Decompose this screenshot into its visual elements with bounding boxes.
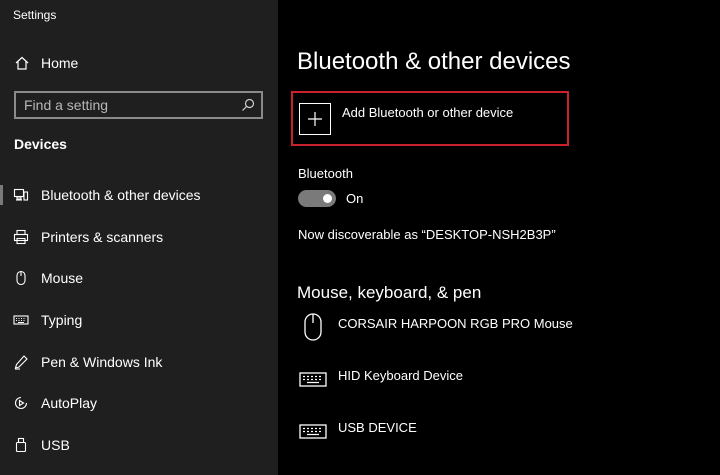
- nav-list: Bluetooth & other devices Printers & sca…: [0, 174, 278, 466]
- sidebar-item-printers[interactable]: Printers & scanners: [0, 216, 278, 258]
- main-content: Bluetooth & other devices Add Bluetooth …: [278, 0, 720, 475]
- section-title: Devices: [14, 136, 67, 152]
- sidebar-item-label: AutoPlay: [41, 395, 98, 412]
- device-item[interactable]: CORSAIR HARPOON RGB PRO Mouse: [296, 310, 706, 346]
- sidebar-item-label: USB: [41, 436, 70, 453]
- app-title: Settings: [13, 8, 57, 22]
- keyboard-icon: [298, 364, 328, 394]
- mouse-keyboard-pen-heading: Mouse, keyboard, & pen: [297, 283, 482, 302]
- mouse-icon: [12, 269, 30, 287]
- sidebar-item-typing[interactable]: Typing: [0, 299, 278, 341]
- sidebar-item-autoplay[interactable]: AutoPlay: [0, 382, 278, 424]
- nav-home[interactable]: Home: [0, 50, 278, 76]
- search-icon[interactable]: [241, 98, 255, 112]
- device-name: USB DEVICE: [338, 420, 417, 435]
- search-input[interactable]: [24, 93, 234, 117]
- pen-icon: [12, 353, 30, 371]
- nav-home-label: Home: [41, 55, 79, 71]
- sidebar-item-label: Mouse: [41, 270, 84, 287]
- sidebar-item-mouse[interactable]: Mouse: [0, 257, 278, 299]
- sidebar-item-label: Typing: [41, 311, 83, 328]
- add-device-button[interactable]: Add Bluetooth or other device: [291, 91, 569, 146]
- bluetooth-toggle[interactable]: [298, 190, 336, 207]
- add-device-label: Add Bluetooth or other device: [342, 105, 514, 120]
- device-item[interactable]: USB DEVICE: [296, 414, 706, 450]
- search-box[interactable]: [14, 91, 263, 119]
- discoverable-text: Now discoverable as “DESKTOP-NSH2B3P”: [298, 227, 556, 242]
- sidebar-item-label: Printers & scanners: [41, 228, 164, 245]
- device-item[interactable]: HID Keyboard Device: [296, 362, 706, 398]
- plus-icon: [299, 103, 331, 135]
- device-name: CORSAIR HARPOON RGB PRO Mouse: [338, 316, 573, 331]
- home-icon: [13, 54, 31, 72]
- sidebar: Settings Home Devices Bluetooth & other …: [0, 0, 278, 475]
- sidebar-item-pen[interactable]: Pen & Windows Ink: [0, 341, 278, 383]
- bluetooth-devices-icon: [12, 186, 30, 204]
- sidebar-item-bluetooth[interactable]: Bluetooth & other devices: [0, 174, 278, 216]
- printer-icon: [12, 228, 30, 246]
- page-title: Bluetooth & other devices: [297, 48, 571, 75]
- sidebar-item-usb[interactable]: USB: [0, 424, 278, 466]
- sidebar-item-label: Bluetooth & other devices: [41, 186, 201, 203]
- bluetooth-label: Bluetooth: [298, 166, 353, 181]
- sidebar-item-label: Pen & Windows Ink: [41, 353, 163, 370]
- keyboard-icon: [298, 416, 328, 446]
- bluetooth-toggle-state: On: [346, 191, 364, 206]
- device-name: HID Keyboard Device: [338, 368, 463, 383]
- keyboard-icon: [12, 311, 30, 329]
- toggle-knob: [323, 194, 332, 203]
- autoplay-icon: [12, 394, 30, 412]
- mouse-icon: [298, 312, 328, 342]
- usb-icon: [12, 436, 30, 454]
